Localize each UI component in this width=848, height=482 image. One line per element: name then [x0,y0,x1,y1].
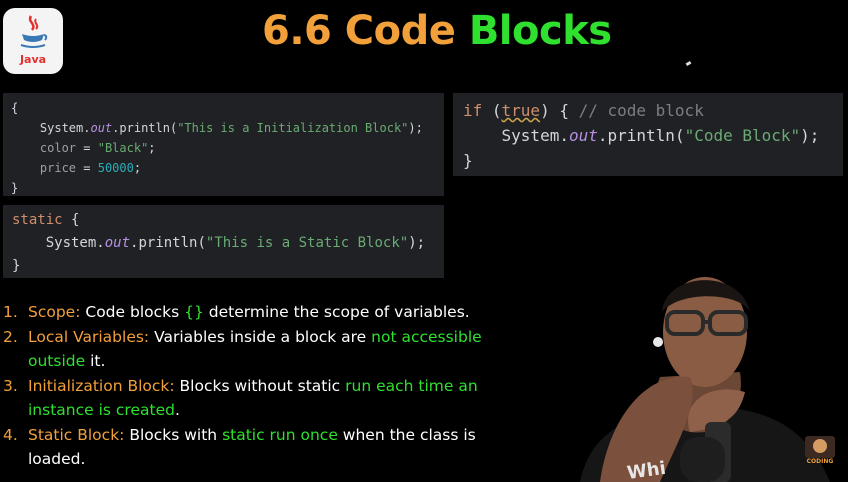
if-code-block: if (true) { // code block System.out.pri… [453,93,843,176]
item-number: 2. [3,327,18,346]
code-token: = [76,161,98,175]
item-text: Blocks without static [174,376,346,395]
code-token: out [568,126,598,145]
code-string: "Black" [97,141,149,155]
code-variable: price [39,161,77,175]
brace-close: } [11,181,19,195]
code-token: ); [800,126,820,145]
code-token: .println( [112,121,178,135]
code-token: out [90,121,113,135]
code-token: ) { [540,101,579,120]
code-string: "This is a Static Block" [205,235,409,251]
code-keyword: true [501,101,541,120]
svg-text:Whi: Whi [626,458,667,482]
item-text: Variables inside a block are [149,327,372,346]
initialization-block-code: { System.out.println("This is a Initiali… [3,93,444,196]
code-token: .println( [130,235,206,251]
code-token: .println( [597,126,685,145]
title-prefix: 6.6 Code [262,8,469,54]
code-string: "This is a Initialization Block" [177,121,409,135]
code-keyword: if [463,101,483,120]
code-string: "Code Block" [684,126,801,145]
list-item: 2. Local Variables: Variables inside a bl… [3,325,523,374]
code-line: price = 50000; [11,158,444,178]
code-line: System.out.println("Code Block"); [463,123,843,148]
item-number: 1. [3,303,18,321]
code-token: ( [482,101,502,120]
code-number: 50000 [97,161,134,175]
code-token: = [76,141,98,155]
item-text: determine the scope of variables. [203,303,470,321]
brace-close: } [12,258,21,274]
code-comment: // code block [578,101,704,120]
code-line: System.out.println("This is a Initializa… [11,118,444,138]
code-line: color = "Black"; [11,138,444,158]
key-points-list: 1. Scope: Code blocks {} determine the sc… [3,300,523,472]
brace-open: { [11,101,19,115]
logo-label: Java [19,53,47,66]
code-token: ); [408,121,423,135]
code-keyword: static [12,212,63,228]
channel-badge-text: CODING [806,458,834,465]
item-text: Code blocks [80,303,185,321]
code-token: ); [408,235,426,251]
code-variable: color [39,141,77,155]
code-token: System. [45,235,105,251]
code-line: } [12,255,444,278]
item-text: Blocks with [124,425,223,444]
item-highlight: static run once [222,425,338,444]
item-number: 4. [3,425,18,444]
java-logo: Java [3,8,63,74]
item-term: Scope: [28,303,81,321]
item-term: Static Block: [28,425,125,444]
static-block-code: static { System.out.println("This is a S… [3,205,444,278]
code-line: System.out.println("This is a Static Blo… [12,232,444,255]
item-term: Initialization Block: [28,376,175,395]
code-token: ; [133,161,142,175]
code-token: System. [39,121,91,135]
code-token: { [62,212,80,228]
item-text: it. [85,352,106,370]
mouse-cursor-icon [685,60,692,67]
code-token: System. [501,126,569,145]
java-cup-icon [20,15,48,48]
brace-close: } [463,151,473,170]
item-term: Local Variables: [28,327,150,346]
code-token: out [104,235,131,251]
channel-logo-icon [805,436,835,458]
list-item: 3. Initialization Block: Blocks without s… [3,374,523,423]
list-item: 1. Scope: Code blocks {} determine the sc… [3,300,523,325]
page-title: 6.6 Code Blocks [262,8,612,54]
item-number: 3. [3,376,18,395]
code-line: } [463,148,843,173]
code-line: static { [12,209,444,232]
item-highlight: {} [184,303,204,321]
item-text: . [174,401,180,419]
code-line: if (true) { // code block [463,98,843,123]
code-line: { [11,98,444,118]
title-highlight: Blocks [468,8,612,54]
code-token: ; [148,141,156,155]
list-item: 4. Static Block: Blocks with static run o… [3,423,523,472]
code-line: } [11,178,444,198]
